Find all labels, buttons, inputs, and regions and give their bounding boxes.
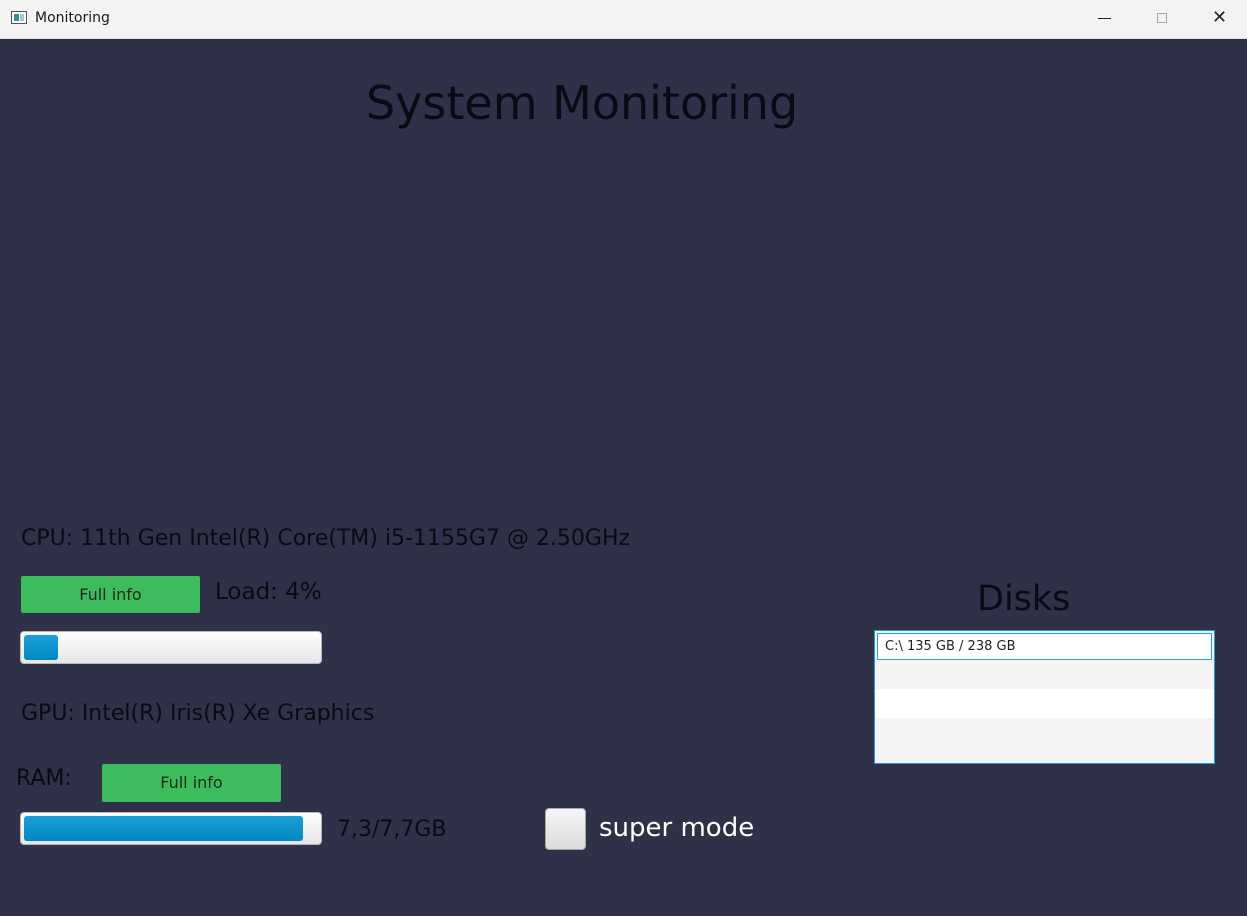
cpu-full-info-button[interactable]: Full info: [21, 576, 200, 613]
page-title: System Monitoring: [366, 76, 799, 130]
super-mode-checkbox[interactable]: [545, 808, 586, 850]
cpu-load-label: Load: 4%: [215, 579, 322, 605]
disk-list-item[interactable]: [875, 689, 1214, 718]
super-mode-label[interactable]: super mode: [599, 813, 754, 843]
disks-list[interactable]: C:\ 135 GB / 238 GB: [874, 630, 1215, 764]
ram-usage-value: 7,3/7,7GB: [337, 817, 447, 842]
cpu-load-progress-fill: [24, 635, 58, 660]
ram-usage-progress-bar: [20, 812, 322, 845]
window-title: Monitoring: [35, 10, 110, 26]
disk-list-item[interactable]: [875, 660, 1214, 689]
ram-label: RAM:: [16, 766, 72, 791]
cpu-label: CPU: 11th Gen Intel(R) Core(TM) i5-1155G…: [21, 526, 631, 551]
ram-usage-progress-fill: [24, 816, 303, 841]
app-icon: [11, 11, 27, 24]
gpu-label: GPU: Intel(R) Iris(R) Xe Graphics: [21, 701, 375, 726]
disks-title: Disks: [977, 579, 1071, 619]
minimize-button[interactable]: [1076, 0, 1134, 38]
disk-list-item[interactable]: C:\ 135 GB / 238 GB: [877, 633, 1212, 660]
maximize-icon: [1157, 13, 1167, 23]
close-icon: ✕: [1212, 7, 1228, 28]
minimize-icon: [1098, 18, 1111, 19]
window-titlebar: Monitoring ✕: [0, 0, 1247, 39]
cpu-load-progress-bar: [20, 631, 322, 664]
ram-full-info-button[interactable]: Full info: [102, 764, 281, 802]
disk-list-item[interactable]: [875, 718, 1214, 747]
